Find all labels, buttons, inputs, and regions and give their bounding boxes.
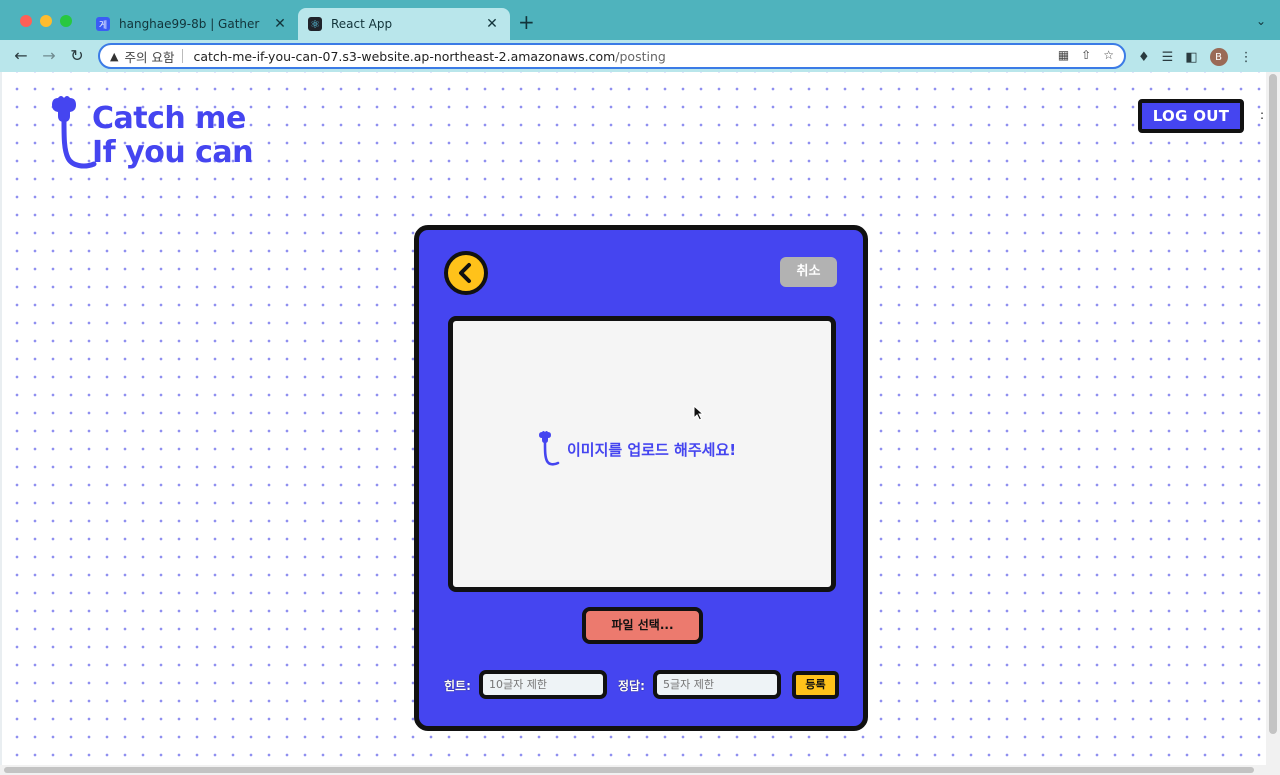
profile-avatar[interactable]: B	[1209, 48, 1228, 66]
logo-line-1: Catch me	[92, 101, 246, 136]
logo-line-2: If you can	[92, 135, 254, 170]
bookmark-star-icon[interactable]: ☆	[1103, 48, 1114, 62]
hint-input[interactable]	[479, 670, 607, 699]
chevron-left-icon	[459, 263, 471, 283]
media-queue-icon[interactable]: ☰	[1162, 50, 1174, 65]
image-upload-area[interactable]: 이미지를 업로드 해주세요!	[448, 316, 836, 592]
answer-label: 정답:	[618, 679, 645, 693]
horizontal-scrollbar[interactable]	[0, 765, 1280, 775]
side-panel-icon[interactable]: ◧	[1185, 50, 1197, 65]
forward-arrow-icon[interactable]: →	[38, 45, 60, 67]
answer-input[interactable]	[653, 670, 781, 699]
react-favicon-icon: ⚛	[308, 17, 322, 31]
logout-button[interactable]: LOG OUT	[1138, 99, 1244, 133]
catch-me-logo[interactable]: Catch me If you can	[44, 92, 274, 176]
hint-label: 힌트:	[444, 679, 471, 693]
logo-wordmark: Catch me If you can	[92, 101, 254, 170]
window-minimize-button[interactable]	[40, 15, 52, 27]
browser-toolbar: ← → ↻ ▲ 주의 요함 catch-me-if-you-can-07.s3-…	[0, 40, 1280, 72]
extension-icons: ♦ ☰ ◧ B ⋮	[1138, 48, 1253, 66]
url-path: /posting	[615, 48, 666, 64]
share-icon[interactable]: ⇧	[1081, 48, 1091, 62]
tab-close-icon[interactable]: ✕	[484, 16, 500, 32]
translate-icon[interactable]: ▦	[1058, 48, 1069, 62]
security-warning-label[interactable]: 주의 요함	[124, 47, 174, 66]
cancel-button[interactable]: 취소	[780, 257, 837, 287]
omnibox-actions: ▦ ⇧ ☆	[1058, 48, 1114, 62]
vertical-scrollbar-thumb[interactable]	[1269, 74, 1277, 734]
browser-tab-react-app[interactable]: ⚛ React App ✕	[298, 8, 510, 40]
upload-prompt: 이미지를 업로드 해주세요!	[537, 429, 736, 469]
submit-button[interactable]: 등록	[792, 671, 839, 699]
mouse-cursor-icon	[693, 405, 705, 421]
url-host: catch-me-if-you-can-07.s3-website.ap-nor…	[193, 48, 616, 64]
vertical-scrollbar[interactable]	[1266, 72, 1280, 765]
back-arrow-icon[interactable]: ←	[10, 45, 32, 67]
posting-card: 취소 이미지를 업로드 해주세요! 파일 선택... 힌트: 정답: 등록	[414, 225, 868, 731]
plug-icon	[539, 431, 560, 466]
omnibox-divider	[182, 49, 184, 63]
address-bar[interactable]: ▲ 주의 요함 catch-me-if-you-can-07.s3-websit…	[98, 43, 1126, 69]
upload-prompt-text: 이미지를 업로드 해주세요!	[567, 440, 737, 459]
tab-title: hanghae99-8b | Gather	[119, 17, 260, 31]
more-options-icon[interactable]: :	[1260, 108, 1264, 122]
tab-search-chevron-icon[interactable]: ⌄	[1256, 14, 1266, 28]
horizontal-scrollbar-thumb[interactable]	[4, 767, 1254, 773]
tab-title: React App	[331, 17, 393, 31]
extensions-puzzle-icon[interactable]: ♦	[1138, 50, 1150, 65]
warning-triangle-icon[interactable]: ▲	[110, 50, 118, 63]
window-close-button[interactable]	[20, 15, 32, 27]
gather-favicon-icon: 게	[96, 17, 110, 31]
tab-close-icon[interactable]: ✕	[272, 16, 288, 32]
file-select-button[interactable]: 파일 선택...	[582, 607, 703, 644]
new-tab-button[interactable]: +	[518, 12, 535, 32]
reload-icon[interactable]: ↻	[66, 45, 88, 67]
back-button[interactable]	[444, 251, 488, 295]
browser-tab-bar: 게 hanghae99-8b | Gather ✕ ⚛ React App ✕ …	[0, 0, 1280, 40]
page-viewport: Catch me If you can LOG OUT : 취소 이미지를 업로…	[2, 72, 1266, 765]
window-maximize-button[interactable]	[60, 15, 72, 27]
browser-menu-icon[interactable]: ⋮	[1240, 50, 1253, 65]
browser-tab-gather[interactable]: 게 hanghae99-8b | Gather ✕	[86, 8, 298, 40]
